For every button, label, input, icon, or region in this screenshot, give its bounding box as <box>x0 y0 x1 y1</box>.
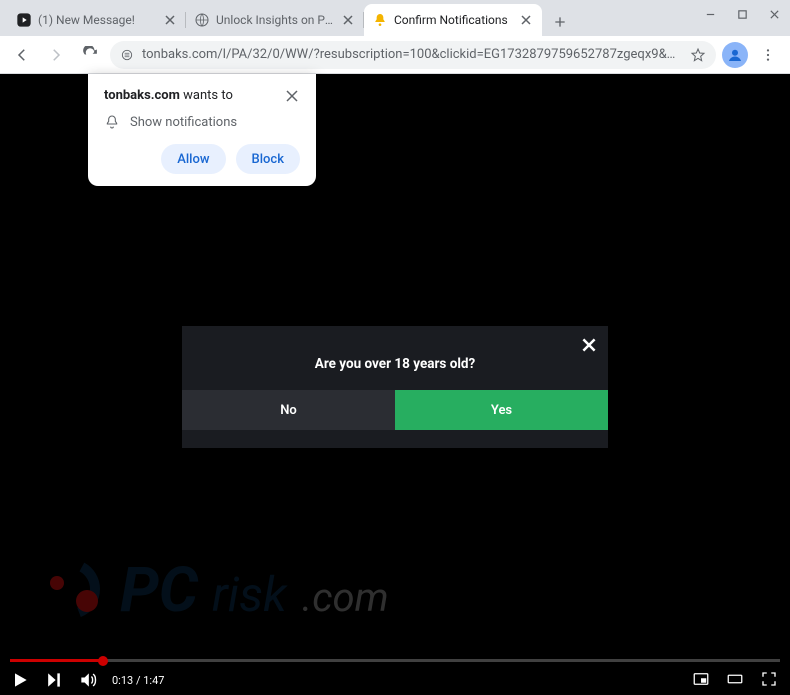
bookmark-icon[interactable] <box>690 47 706 63</box>
site-info-icon[interactable] <box>120 48 134 62</box>
play-button[interactable] <box>10 670 30 690</box>
age-question: Are you over 18 years old? <box>182 326 608 390</box>
progress-fill <box>10 659 103 662</box>
tab-label: Unlock Insights on Personal Fin <box>216 13 334 27</box>
new-tab-button[interactable] <box>546 8 574 36</box>
back-button[interactable] <box>8 41 36 69</box>
url-text: tonbaks.com/l/PA/32/0/WW/?resubscription… <box>142 47 682 62</box>
tab-close-icon[interactable] <box>162 12 178 28</box>
maximize-button[interactable] <box>726 0 758 28</box>
svg-text:.com: .com <box>302 574 389 621</box>
progress-bar[interactable] <box>10 659 780 662</box>
video-time: 0:13 / 1:47 <box>112 674 164 687</box>
tab-new-message[interactable]: (1) New Message! <box>8 4 186 36</box>
tab-insights[interactable]: Unlock Insights on Personal Fin <box>186 4 364 36</box>
video-controls: 0:13 / 1:47 <box>0 659 790 695</box>
bell-icon <box>372 12 388 28</box>
no-button[interactable]: No <box>182 390 395 430</box>
permission-title: tonbaks.com wants to <box>104 88 233 103</box>
tab-confirm-notifications[interactable]: Confirm Notifications <box>364 4 542 36</box>
close-window-button[interactable] <box>758 0 790 28</box>
yes-button[interactable]: Yes <box>395 390 608 430</box>
browser-toolbar: tonbaks.com/l/PA/32/0/WW/?resubscription… <box>0 36 790 74</box>
window-controls <box>694 0 790 28</box>
profile-avatar[interactable] <box>722 42 748 68</box>
volume-button[interactable] <box>78 670 98 690</box>
page-content: tonbaks.com wants to Show notifications … <box>0 74 790 695</box>
menu-button[interactable] <box>754 41 782 69</box>
globe-icon <box>194 12 210 28</box>
svg-text:PC: PC <box>120 554 199 627</box>
theater-button[interactable] <box>726 670 746 690</box>
pcrisk-watermark: PC risk .com <box>32 541 452 635</box>
block-button[interactable]: Block <box>236 144 300 174</box>
forward-button[interactable] <box>42 41 70 69</box>
fullscreen-button[interactable] <box>760 670 780 690</box>
minimize-button[interactable] <box>694 0 726 28</box>
age-verification-modal: Are you over 18 years old? No Yes <box>182 326 608 448</box>
tab-strip: (1) New Message! Unlock Insights on Pers… <box>0 0 790 36</box>
tab-label: Confirm Notifications <box>394 13 512 27</box>
next-button[interactable] <box>44 670 64 690</box>
allow-button[interactable]: Allow <box>161 144 225 174</box>
close-icon[interactable] <box>580 336 598 354</box>
tab-label: (1) New Message! <box>38 13 156 27</box>
tab-close-icon[interactable] <box>340 12 356 28</box>
pip-button[interactable] <box>692 670 712 690</box>
reload-button[interactable] <box>76 41 104 69</box>
tab-close-icon[interactable] <box>518 12 534 28</box>
permission-capability: Show notifications <box>130 115 237 130</box>
svg-text:risk: risk <box>212 566 288 623</box>
notification-permission-popup: tonbaks.com wants to Show notifications … <box>88 74 316 186</box>
close-icon[interactable] <box>284 88 300 104</box>
video-icon <box>16 12 32 28</box>
address-bar[interactable]: tonbaks.com/l/PA/32/0/WW/?resubscription… <box>110 41 716 69</box>
bell-icon <box>104 114 120 130</box>
